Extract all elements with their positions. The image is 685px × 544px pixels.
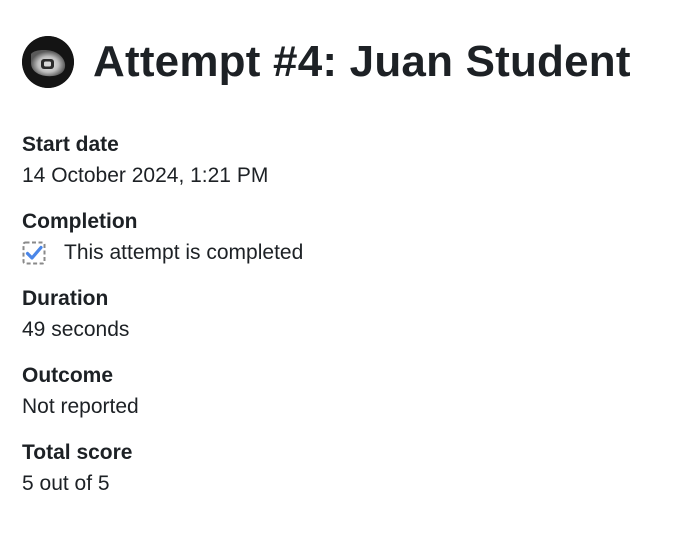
page-title: Attempt #4: Juan Student [93, 37, 631, 86]
field-duration: Duration 49 seconds [22, 285, 662, 347]
attempt-details: Start date 14 October 2024, 1:21 PM Comp… [22, 131, 662, 516]
duration-value: 49 seconds [22, 318, 130, 341]
completed-checkbox-icon [22, 241, 46, 265]
avatar-icon [22, 36, 74, 88]
start-date-label: Start date [22, 133, 119, 156]
total-score-label: Total score [22, 441, 133, 464]
duration-label: Duration [22, 287, 109, 310]
outcome-label: Outcome [22, 364, 114, 387]
page-header: Attempt #4: Juan Student [22, 36, 631, 88]
field-total-score: Total score 5 out of 5 [22, 439, 662, 501]
field-outcome: Outcome Not reported [22, 362, 662, 424]
field-completion: Completion This attempt is completed [22, 208, 662, 270]
field-start-date: Start date 14 October 2024, 1:21 PM [22, 131, 662, 193]
completion-value: This attempt is completed [64, 241, 304, 264]
attempt-page: Attempt #4: Juan Student Start date 14 O… [0, 0, 685, 544]
outcome-value: Not reported [22, 395, 139, 418]
completion-status: This attempt is completed [22, 236, 662, 270]
user-avatar [22, 36, 74, 88]
completion-label: Completion [22, 210, 138, 233]
start-date-value: 14 October 2024, 1:21 PM [22, 164, 269, 187]
total-score-value: 5 out of 5 [22, 472, 110, 495]
